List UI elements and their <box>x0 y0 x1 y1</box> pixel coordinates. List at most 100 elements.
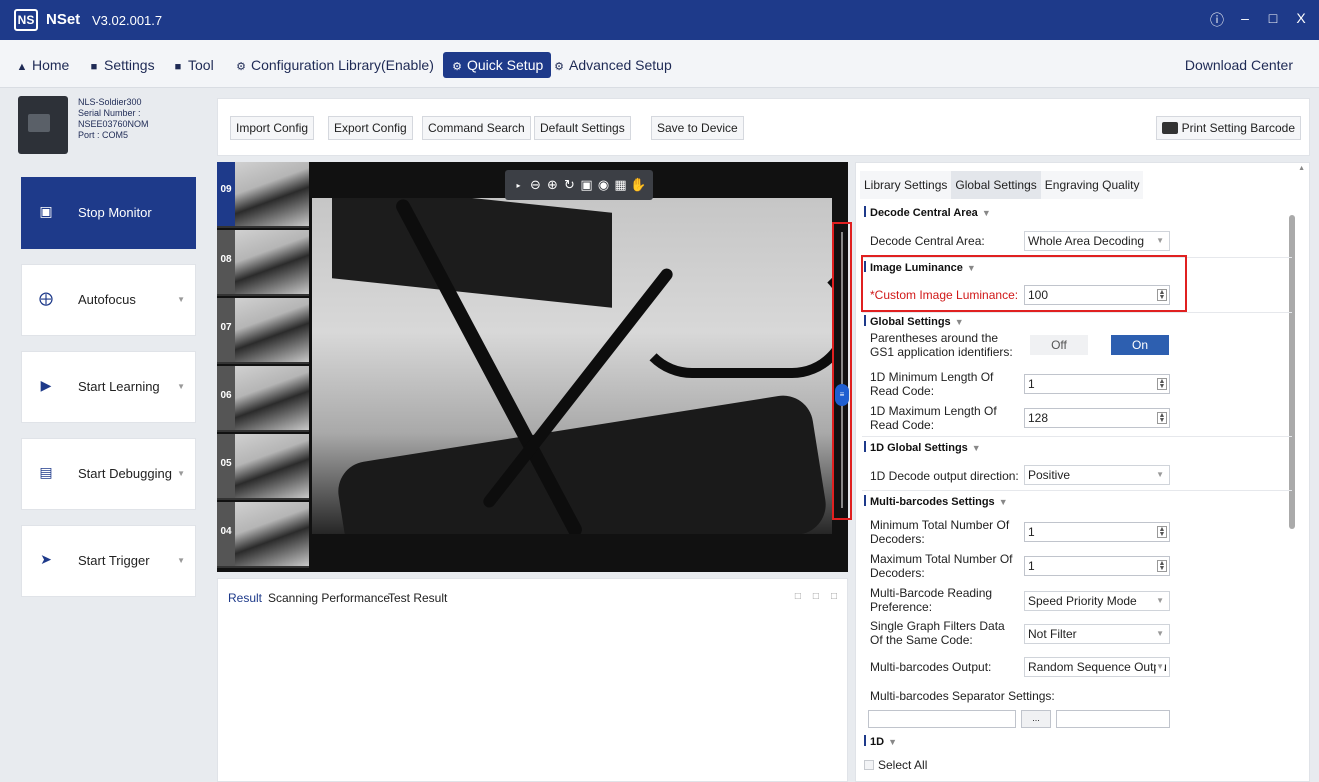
menu-config-library[interactable]: ⚙ Configuration Library(Enable) <box>231 52 438 78</box>
separator-input-right[interactable] <box>1056 710 1170 728</box>
device-serial: NSEE03760NOM <box>78 119 149 129</box>
expand-icon[interactable]: ▸ <box>511 181 526 190</box>
zoom-out-icon[interactable]: ⊖ <box>528 177 543 193</box>
section-global-settings[interactable]: Global Settings ▼ <box>864 315 964 328</box>
multi-output-select[interactable]: Random Sequence Outpu ▼ <box>1024 657 1170 677</box>
thumbnail-number: 05 <box>217 434 235 498</box>
thumbnail[interactable]: 07 <box>217 298 309 364</box>
minimize-icon[interactable]: – <box>1237 10 1253 30</box>
spinner-icon[interactable]: ▲ ▼ <box>1157 289 1167 301</box>
export-icon[interactable]: □ <box>831 591 837 602</box>
settings-scrollbar[interactable] <box>1289 215 1295 529</box>
section-decode-central[interactable]: Decode Central Area ▼ <box>864 206 991 219</box>
import-config-button[interactable]: Import Config <box>230 116 315 140</box>
menu-home[interactable]: ▲ Home <box>12 52 73 78</box>
toolbar: Import Config Export Config Command Sear… <box>217 98 1310 156</box>
thumbnail[interactable]: 04 <box>217 502 309 568</box>
thumbnail[interactable]: 09 <box>217 162 309 228</box>
section-1d-global-settings[interactable]: 1D Global Settings ▼ <box>864 441 981 454</box>
section-image-luminance[interactable]: Image Luminance ▼ <box>864 261 976 274</box>
thumbnail-number: 08 <box>217 230 235 294</box>
thumbnail[interactable]: 05 <box>217 434 309 500</box>
section-1d[interactable]: 1D ▼ <box>864 735 897 748</box>
section-multi-barcodes[interactable]: Multi-barcodes Settings ▼ <box>864 495 1008 508</box>
tab-engraving-quality[interactable]: Engraving Quality <box>1040 171 1144 199</box>
tab-library-settings[interactable]: Library Settings <box>860 171 952 199</box>
settings-panel: Library Settings Global Settings Engravi… <box>855 162 1310 782</box>
device-port: Port : COM5 <box>78 130 129 140</box>
separator-settings-label: Multi-barcodes Separator Settings: <box>870 689 1055 703</box>
section-title: Global Settings <box>870 316 951 328</box>
sidebar-item-label: Start Debugging <box>78 466 172 481</box>
select-all-checkbox[interactable] <box>864 760 874 770</box>
chevron-down-icon[interactable]: ▼ <box>177 382 185 391</box>
copy-icon[interactable]: □ <box>813 591 819 602</box>
app-version: V3.02.001.7 <box>92 13 163 28</box>
max-length-input[interactable]: 128 ▲ ▼ <box>1024 408 1170 428</box>
separator-browse-button[interactable]: ... <box>1021 710 1051 728</box>
spinner-icon[interactable]: ▲ ▼ <box>1157 412 1167 424</box>
scroll-up-icon[interactable]: ▲ <box>1298 165 1305 172</box>
separator-input-left[interactable] <box>868 710 1016 728</box>
hand-icon[interactable]: ✋ <box>630 177 646 193</box>
tab-result[interactable]: Result <box>228 591 262 605</box>
tab-global-settings[interactable]: Global Settings <box>951 171 1041 199</box>
rotate-icon[interactable]: ↻ <box>562 177 577 193</box>
save-to-device-button[interactable]: Save to Device <box>651 116 744 140</box>
chevron-down-icon[interactable]: ▼ <box>177 295 185 304</box>
input-value: 1 <box>1028 377 1035 391</box>
custom-luminance-input[interactable]: 100 ▲ ▼ <box>1024 285 1170 305</box>
chevron-down-icon[interactable]: ▼ <box>177 469 185 478</box>
section-title: 1D Global Settings <box>870 442 968 454</box>
default-settings-button[interactable]: Default Settings <box>534 116 631 140</box>
decode-central-select[interactable]: Whole Area Decoding ▼ <box>1024 231 1170 251</box>
spinner-icon[interactable]: ▲ ▼ <box>1157 560 1167 572</box>
results-panel: Result Scanning Performance Test Result … <box>217 578 848 782</box>
stop-monitor-button[interactable]: ▣ Stop Monitor <box>21 177 196 249</box>
chevron-down-icon: ▼ <box>1156 629 1164 638</box>
gs1-on-button[interactable]: On <box>1111 335 1169 355</box>
menu-tool[interactable]: ■ Tool <box>168 52 218 78</box>
tab-test-result[interactable]: Test Result <box>388 591 447 605</box>
maximize-icon[interactable]: □ <box>1265 10 1281 30</box>
camera-image[interactable] <box>312 198 832 534</box>
thumbnail[interactable]: 06 <box>217 366 309 432</box>
min-total-decoders-input[interactable]: 1 ▲ ▼ <box>1024 522 1170 542</box>
filter-same-code-select[interactable]: Not Filter ▼ <box>1024 624 1170 644</box>
min-length-input[interactable]: 1 ▲ ▼ <box>1024 374 1170 394</box>
gs1-off-button[interactable]: Off <box>1030 335 1088 355</box>
start-learning-button[interactable]: ▶ Start Learning ▼ <box>21 351 196 423</box>
print-setting-barcode-button[interactable]: Print Setting Barcode <box>1155 116 1301 140</box>
max-total-decoders-input[interactable]: 1 ▲ ▼ <box>1024 556 1170 576</box>
select-all-label: Select All <box>878 758 928 772</box>
spinner-icon[interactable]: ▲ ▼ <box>1157 378 1167 390</box>
download-center-link[interactable]: Download Center <box>1185 57 1293 73</box>
max-total-decoders-label: Maximum Total Number Of Decoders: <box>870 552 1013 580</box>
autofocus-button[interactable]: ⨁ Autofocus ▼ <box>21 264 196 336</box>
close-icon[interactable]: X <box>1293 10 1309 30</box>
spinner-icon[interactable]: ▲ ▼ <box>1157 526 1167 538</box>
reading-preference-label: Multi-Barcode Reading Preference: <box>870 586 993 614</box>
clear-icon[interactable]: □ <box>795 591 801 602</box>
start-trigger-button[interactable]: ➤ Start Trigger ▼ <box>21 525 196 597</box>
record-icon[interactable]: ◉ <box>596 177 611 193</box>
start-debugging-button[interactable]: ▤ Start Debugging ▼ <box>21 438 196 510</box>
chevron-down-icon[interactable]: ▼ <box>177 556 185 565</box>
menu-settings[interactable]: ■ Settings <box>84 52 159 78</box>
menu-advanced-setup[interactable]: ⚙ Advanced Setup <box>549 52 676 78</box>
menu-quick-setup[interactable]: ⚙ Quick Setup <box>443 52 552 78</box>
input-value: 1 <box>1028 525 1035 539</box>
filter-same-code-label: Single Graph Filters Data Of the Same Co… <box>870 619 1005 647</box>
info-icon[interactable]: ⓘ <box>1209 10 1225 30</box>
decode-direction-select[interactable]: Positive ▼ <box>1024 465 1170 485</box>
thumbnail[interactable]: 08 <box>217 230 309 296</box>
fit-icon[interactable]: ▣ <box>579 177 594 193</box>
zoom-in-icon[interactable]: ⊕ <box>545 177 560 193</box>
custom-luminance-label: *Custom Image Luminance: <box>870 288 1019 302</box>
reading-preference-select[interactable]: Speed Priority Mode ▼ <box>1024 591 1170 611</box>
image-icon[interactable]: ▦ <box>613 177 628 193</box>
command-search-button[interactable]: Command Search <box>422 116 531 140</box>
export-config-button[interactable]: Export Config <box>328 116 413 140</box>
gears-icon: ⚙ <box>554 61 564 73</box>
tab-scanning-performance[interactable]: Scanning Performance <box>268 591 390 605</box>
